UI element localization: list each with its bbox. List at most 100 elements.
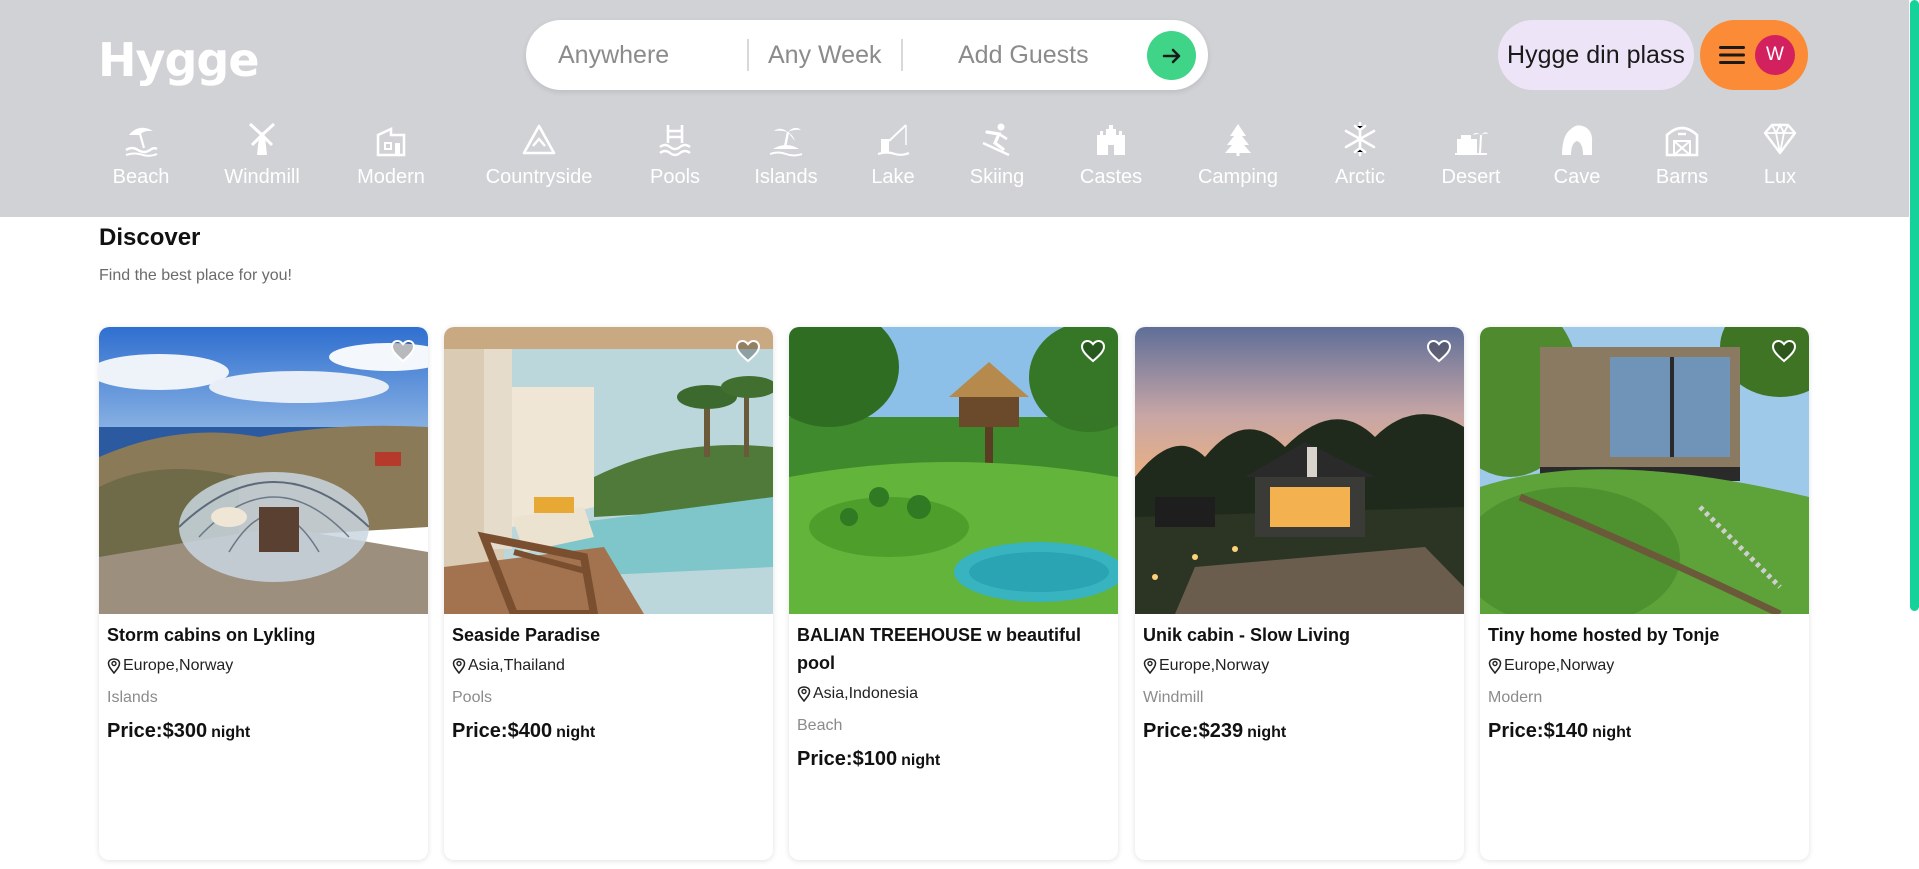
listing-card[interactable]: Unik cabin - Slow Living Europe,Norway W… xyxy=(1135,327,1464,860)
price-value: $239 xyxy=(1198,720,1244,742)
listing-info: Seaside Paradise Asia,Thailand Pools Pri… xyxy=(452,621,765,747)
category-countryside[interactable]: Countryside xyxy=(479,121,599,199)
listing-location: Asia,Indonesia xyxy=(797,683,1110,705)
price-value: $100 xyxy=(852,748,898,770)
listing-card[interactable]: BALIAN TREEHOUSE w beautiful pool Asia,I… xyxy=(789,327,1118,860)
listing-price: Price:$100 night xyxy=(797,745,1110,775)
search-guests[interactable]: Add Guests xyxy=(958,20,1089,90)
category-windmill[interactable]: Windmill xyxy=(221,121,303,199)
listing-title: Storm cabins on Lykling xyxy=(107,625,316,645)
search-divider xyxy=(747,39,749,71)
category-islands[interactable]: Islands xyxy=(751,121,821,199)
price-label: Price: xyxy=(1488,720,1544,742)
location-pin-icon xyxy=(452,658,466,674)
category-label: Countryside xyxy=(485,166,593,188)
top-header: Hygge Anywhere Any Week Add Guests Hygge… xyxy=(0,0,1909,217)
category-lake[interactable]: Lake xyxy=(870,121,916,199)
listing-category: Islands xyxy=(107,689,158,706)
category-bar: Beach Windmill Modern Countryside Pools … xyxy=(0,121,1909,201)
category-label: Desert xyxy=(1441,166,1501,188)
lake-icon xyxy=(877,124,910,156)
category-label: Camping xyxy=(1197,166,1279,188)
cave-icon xyxy=(1562,125,1593,155)
category-label: Islands xyxy=(754,166,818,188)
listing-info: Storm cabins on Lykling Europe,Norway Is… xyxy=(107,621,420,747)
listing-title: Seaside Paradise xyxy=(452,625,601,645)
price-unit: night xyxy=(1592,724,1632,741)
pool-icon xyxy=(659,125,691,157)
modern-house-icon xyxy=(376,127,406,157)
category-cave[interactable]: Cave xyxy=(1552,121,1602,199)
heart-icon[interactable] xyxy=(735,339,761,363)
heart-icon[interactable] xyxy=(1426,339,1452,363)
category-label: Cave xyxy=(1553,166,1601,188)
arrow-right-icon xyxy=(1162,48,1180,63)
category-label: Pools xyxy=(649,166,701,188)
host-your-place-button[interactable]: Hygge din plass xyxy=(1498,20,1694,90)
price-value: $140 xyxy=(1543,720,1589,742)
category-beach[interactable]: Beach xyxy=(110,121,172,199)
category-skiing[interactable]: Skiing xyxy=(967,121,1027,199)
listing-price: Price:$300 night xyxy=(107,717,420,747)
category-label: Modern xyxy=(357,166,425,188)
search-where[interactable]: Anywhere xyxy=(558,20,669,90)
heart-icon[interactable] xyxy=(1080,339,1106,363)
user-menu-button[interactable]: W xyxy=(1700,20,1808,90)
page-scrollbar[interactable] xyxy=(1909,0,1919,869)
category-label: Arctic xyxy=(1335,166,1385,188)
category-lux[interactable]: Lux xyxy=(1762,121,1798,199)
category-modern[interactable]: Modern xyxy=(354,121,428,199)
price-unit: night xyxy=(556,724,596,741)
listing-location-text: Asia,Indonesia xyxy=(813,685,918,702)
category-camping[interactable]: Camping xyxy=(1195,121,1281,199)
listing-price: Price:$239 night xyxy=(1143,717,1456,747)
listing-card[interactable]: Tiny home hosted by Tonje Europe,Norway … xyxy=(1480,327,1809,860)
snowflake-icon xyxy=(1344,121,1376,157)
location-pin-icon xyxy=(107,658,121,674)
price-value: $300 xyxy=(162,720,208,742)
skiing-icon xyxy=(982,123,1010,157)
camping-icon xyxy=(1225,124,1251,156)
listing-info: Tiny home hosted by Tonje Europe,Norway … xyxy=(1488,621,1801,747)
listing-price: Price:$140 night xyxy=(1488,717,1801,747)
listing-info: Unik cabin - Slow Living Europe,Norway W… xyxy=(1143,621,1456,747)
listing-photo-dome xyxy=(99,327,428,614)
price-label: Price: xyxy=(107,720,163,742)
listing-title: BALIAN TREEHOUSE w beautiful pool xyxy=(797,625,1082,673)
listing-location: Asia,Thailand xyxy=(452,655,765,677)
search-submit-button[interactable] xyxy=(1147,31,1196,80)
price-label: Price: xyxy=(452,720,508,742)
scrollbar-thumb[interactable] xyxy=(1910,0,1919,611)
heart-icon[interactable] xyxy=(390,339,416,363)
search-when[interactable]: Any Week xyxy=(768,20,881,90)
category-arctic[interactable]: Arctic xyxy=(1330,121,1390,199)
listing-location: Europe,Norway xyxy=(107,655,420,677)
category-pools[interactable]: Pools xyxy=(648,121,702,199)
location-pin-icon xyxy=(1488,658,1502,674)
search-divider xyxy=(901,39,903,71)
price-unit: night xyxy=(901,752,941,769)
price-label: Price: xyxy=(1143,720,1199,742)
hygge-logo[interactable]: Hygge xyxy=(98,30,260,90)
listing-info: BALIAN TREEHOUSE w beautiful pool Asia,I… xyxy=(797,621,1110,775)
castle-icon xyxy=(1097,125,1125,155)
price-label: Price: xyxy=(797,748,853,770)
listing-card[interactable]: Storm cabins on Lykling Europe,Norway Is… xyxy=(99,327,428,860)
location-pin-icon xyxy=(797,686,811,702)
category-label: Castes xyxy=(1079,166,1143,188)
heart-icon[interactable] xyxy=(1771,339,1797,363)
category-barns[interactable]: Barns xyxy=(1651,121,1713,199)
category-castles[interactable]: Castes xyxy=(1076,121,1146,199)
listing-price: Price:$400 night xyxy=(452,717,765,747)
location-pin-icon xyxy=(1143,658,1157,674)
search-bar: Anywhere Any Week Add Guests xyxy=(526,20,1208,90)
category-desert[interactable]: Desert xyxy=(1439,121,1503,199)
listing-title: Tiny home hosted by Tonje xyxy=(1488,625,1720,645)
island-icon xyxy=(769,127,803,157)
listing-card[interactable]: Seaside Paradise Asia,Thailand Pools Pri… xyxy=(444,327,773,860)
listing-title: Unik cabin - Slow Living xyxy=(1143,625,1351,645)
listing-photo-treehouse xyxy=(789,327,1118,614)
diamond-icon xyxy=(1763,122,1797,155)
listing-location-text: Europe,Norway xyxy=(123,657,234,674)
price-unit: night xyxy=(211,724,251,741)
